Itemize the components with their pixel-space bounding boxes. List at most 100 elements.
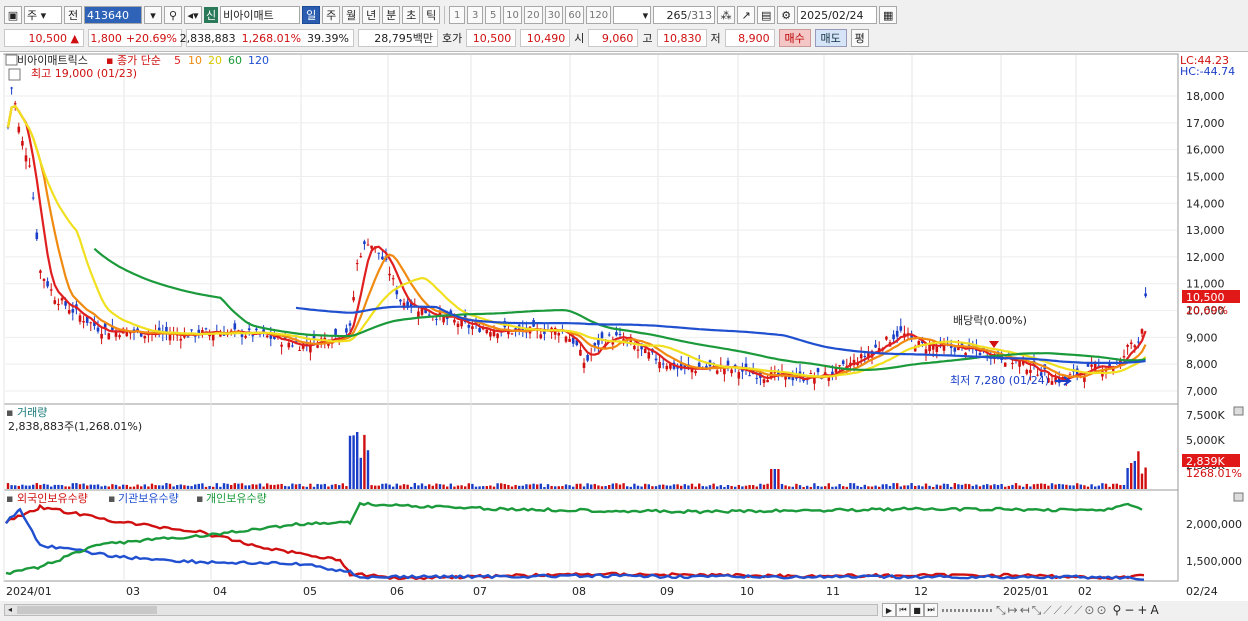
trend-tool-icon[interactable]: ↗ — [737, 6, 756, 24]
volume-bar — [946, 483, 949, 489]
period-second-button[interactable]: 초 — [402, 6, 421, 24]
volume-bar — [1050, 483, 1054, 489]
volume-bar — [341, 483, 344, 489]
drawing-tools-icon[interactable]: ⤡↦↤⤡⟋⟋⟋⟋⊙⊙ — [996, 603, 1109, 618]
sell-button[interactable]: 매도 — [814, 29, 847, 47]
period-minute-button[interactable]: 분 — [382, 6, 401, 24]
volume-bar — [298, 483, 301, 489]
candle-body — [204, 328, 208, 330]
rewind-icon[interactable]: ⏮ — [896, 603, 910, 617]
price-y-tick: 16,000 — [1186, 144, 1225, 157]
speaker-icon[interactable]: ◂▾ — [184, 6, 202, 24]
volume-bar — [546, 484, 550, 489]
buy-button[interactable]: 매수 — [778, 29, 811, 47]
period-tick-button[interactable]: 틱 — [422, 6, 441, 24]
ma-120-label: 120 — [248, 54, 269, 67]
interval-30-button[interactable]: 30 — [544, 6, 564, 24]
panel-menu-icon[interactable] — [5, 54, 18, 66]
volume-bar — [982, 484, 985, 489]
candle-body — [600, 332, 604, 339]
candle-body — [478, 328, 481, 332]
volume-bar — [10, 485, 13, 489]
stock-name-field[interactable]: 비아이매트 — [220, 6, 301, 24]
code-dropdown-icon[interactable]: ▾ — [144, 6, 162, 24]
horizontal-scrollbar[interactable]: ◂ — [4, 604, 878, 616]
stop-icon[interactable]: ■ — [910, 603, 924, 617]
volume-bar — [935, 484, 938, 489]
stock-code-input[interactable]: 413640 — [84, 6, 142, 24]
candle-body — [607, 334, 611, 336]
candle-body — [49, 289, 53, 291]
window-icon[interactable]: ▣ — [4, 6, 22, 24]
candle-body — [568, 338, 571, 342]
period-week-button[interactable]: 주 — [322, 6, 341, 24]
candle-body — [859, 354, 863, 359]
interval-120-button[interactable]: 120 — [586, 6, 612, 24]
candle-body — [874, 344, 877, 348]
interval-10-button[interactable]: 10 — [503, 6, 522, 24]
evaluate-button[interactable]: 평 — [850, 29, 869, 47]
chart-area[interactable]: 비아이매트릭스 ▪ 종가 단순 5 10 20 60 120 최고 19,000… — [0, 51, 1248, 601]
volume-bar — [456, 485, 460, 489]
table-grid-icon[interactable] — [8, 68, 21, 81]
candle-body — [381, 256, 384, 260]
volume-bar — [957, 484, 960, 489]
calendar-icon[interactable]: ▦ — [879, 6, 898, 24]
volume-bar — [611, 483, 614, 489]
volume-bar — [435, 483, 438, 489]
save-icon[interactable]: ▤ — [757, 6, 776, 24]
speed-slider[interactable] — [942, 608, 992, 612]
compare-icon[interactable]: ⁂ — [717, 6, 736, 24]
period-month-button[interactable]: 월 — [342, 6, 361, 24]
chart-svg[interactable]: 비아이매트릭스 ▪ 종가 단순 5 10 20 60 120 최고 19,000… — [0, 52, 1248, 602]
volume-bar — [107, 486, 110, 489]
candle-body — [255, 328, 258, 331]
volume-bar — [1004, 486, 1007, 489]
search-icon[interactable]: ⚲ — [164, 6, 182, 24]
interval-5-button[interactable]: 5 — [485, 6, 502, 24]
candle-body — [247, 328, 251, 331]
holding-panel-close-icon[interactable] — [1233, 492, 1244, 502]
candle-body — [571, 337, 575, 344]
interval-60-button[interactable]: 60 — [565, 6, 585, 24]
interval-3-button[interactable]: 3 — [467, 6, 484, 24]
volume-bar — [320, 484, 323, 489]
date-input[interactable]: 2025/02/24 — [797, 6, 878, 24]
volume-bar — [154, 485, 157, 489]
volume-bar — [460, 485, 463, 489]
volume-bar — [388, 484, 391, 489]
volume-bar — [75, 483, 78, 489]
zoom-tools-icon[interactable]: ⚲−+A — [1113, 603, 1162, 617]
candle-body — [539, 334, 543, 339]
candle-body — [291, 345, 294, 347]
volume-bar — [950, 486, 953, 489]
play-icon[interactable]: ▶ — [882, 603, 896, 617]
interval-1-button[interactable]: 1 — [449, 6, 466, 24]
vol-tick-5000: 5,000K — [1186, 434, 1225, 447]
x-axis-right-label: 02/24 — [1186, 585, 1218, 598]
prev-button[interactable]: 전 — [64, 6, 82, 24]
volume-bar — [986, 484, 989, 489]
volume-bar — [525, 484, 528, 489]
candle-body — [665, 365, 669, 370]
volume-bar — [827, 483, 830, 489]
interval-custom-select[interactable]: ▾ — [613, 6, 652, 24]
volume-panel-close-icon[interactable] — [1233, 406, 1244, 416]
volume-bar — [28, 485, 31, 489]
unit-select[interactable]: 주 ▾ — [24, 6, 62, 24]
scroll-thumb[interactable] — [17, 606, 157, 614]
data-count-field[interactable]: 265/313 — [653, 6, 716, 24]
ask-label: 호가 — [442, 32, 463, 45]
interval-20-button[interactable]: 20 — [523, 6, 543, 24]
period-day-button[interactable]: 일 — [302, 6, 321, 24]
volume-bar — [813, 483, 816, 489]
scroll-left-icon[interactable]: ◂ — [5, 605, 15, 615]
volume-bar — [762, 484, 766, 489]
candle-body — [211, 334, 215, 341]
settings-gear-icon[interactable]: ⚙ — [777, 6, 796, 24]
price-y-tick: 11,000 — [1186, 278, 1225, 291]
hold-tick-2m: 2,000,000 — [1186, 518, 1242, 531]
forward-icon[interactable]: ⏭ — [924, 603, 938, 617]
volume-bar — [633, 483, 636, 489]
period-year-button[interactable]: 년 — [362, 6, 381, 24]
